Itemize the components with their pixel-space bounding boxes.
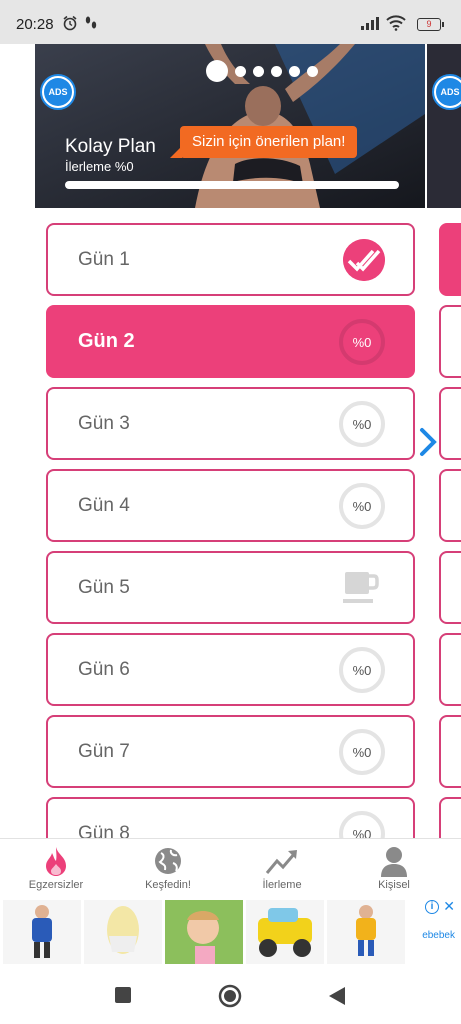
home-icon[interactable] — [218, 984, 242, 1008]
next-day-row-peek[interactable] — [439, 715, 461, 788]
double-check-icon — [343, 239, 385, 281]
person-icon — [381, 847, 407, 877]
carousel-dot[interactable] — [235, 65, 246, 77]
carousel-dot[interactable] — [271, 65, 282, 77]
day-row[interactable]: Gün 3 %0 — [46, 387, 415, 460]
day-progress-ring: %0 — [339, 729, 385, 775]
day-label: Gün 4 — [78, 495, 130, 516]
system-navigation-bar — [0, 968, 461, 1024]
flame-icon — [46, 847, 66, 876]
next-day-row-peek[interactable] — [439, 223, 461, 296]
next-plan-card-peek[interactable]: ADS — [427, 44, 461, 208]
next-day-row-peek[interactable] — [439, 469, 461, 542]
day-row[interactable]: Gün 5 — [46, 551, 415, 624]
day-progress-ring: %0 — [339, 401, 385, 447]
trend-icon — [265, 850, 297, 874]
bottom-navigation: Egzersizler Keşfedin! İlerleme Kişisel — [0, 838, 461, 896]
next-day-row-peek[interactable] — [439, 387, 461, 460]
signal-icon — [361, 17, 379, 30]
alarm-icon — [63, 15, 77, 31]
ad-product-image[interactable] — [246, 900, 324, 964]
recommended-plan-tag: Sizin için önerilen plan! — [169, 126, 358, 158]
battery-indicator: 9 — [417, 18, 444, 31]
ad-close-icon[interactable]: ✕ — [443, 898, 455, 915]
day-label: Gün 7 — [78, 741, 130, 762]
carousel-dot[interactable] — [307, 65, 318, 77]
globe-icon — [155, 848, 181, 874]
day-label: Gün 6 — [78, 659, 130, 680]
plan-carousel[interactable]: ADS Sizin için önerilen plan! Kolay Plan… — [0, 44, 461, 208]
day-progress-ring: %0 — [339, 319, 385, 365]
footsteps-icon — [85, 16, 97, 29]
day-label: Gün 1 — [78, 249, 130, 270]
nav-item-discover[interactable]: Keşfedin! — [118, 845, 218, 891]
next-day-row-peek[interactable] — [439, 633, 461, 706]
ads-badge-next: ADS — [432, 74, 461, 110]
ad-product-image[interactable] — [84, 900, 162, 964]
day-row[interactable]: Gün 2 %0 — [46, 305, 415, 378]
plan-title: Kolay Plan — [65, 136, 156, 157]
day-progress-ring: %0 — [339, 483, 385, 529]
day-row[interactable]: Gün 4 %0 — [46, 469, 415, 542]
ad-product-image[interactable] — [165, 900, 243, 964]
nav-item-progress[interactable]: İlerleme — [232, 845, 332, 891]
ad-product-image[interactable] — [327, 900, 405, 964]
carousel-dot[interactable] — [289, 65, 300, 77]
next-day-row-peek[interactable] — [439, 305, 461, 378]
day-row[interactable]: Gün 1 — [46, 223, 415, 296]
ad-brand-logo: ebebek — [422, 930, 455, 941]
plan-progress-bar — [65, 181, 399, 189]
nav-item-personal[interactable]: Kişisel — [344, 845, 444, 891]
day-label: Gün 2 — [78, 330, 135, 352]
ad-info-icon[interactable]: i — [425, 900, 439, 914]
coffee-cup-icon — [343, 572, 379, 603]
recents-icon[interactable] — [114, 986, 132, 1004]
back-icon[interactable] — [328, 986, 346, 1006]
day-progress-ring: %0 — [339, 647, 385, 693]
status-bar: 20:28 9 — [0, 0, 461, 44]
ad-product-image[interactable] — [3, 900, 81, 964]
carousel-page-dots[interactable] — [206, 60, 318, 82]
ad-banner[interactable]: i ✕ ebebek — [0, 896, 461, 968]
day-row[interactable]: Gün 7 %0 — [46, 715, 415, 788]
carousel-dot[interactable] — [206, 60, 228, 82]
plan-card-easy[interactable]: ADS Sizin için önerilen plan! Kolay Plan… — [35, 44, 425, 208]
nav-item-exercises[interactable]: Egzersizler — [6, 845, 106, 891]
chevron-right-icon[interactable] — [418, 427, 440, 457]
wifi-icon — [386, 15, 406, 31]
next-day-row-peek[interactable] — [439, 551, 461, 624]
day-label: Gün 5 — [78, 577, 130, 598]
carousel-dot[interactable] — [253, 65, 264, 77]
status-time: 20:28 — [16, 16, 54, 33]
plan-progress-label: İlerleme %0 — [65, 159, 134, 174]
day-row[interactable]: Gün 6 %0 — [46, 633, 415, 706]
ads-badge: ADS — [40, 74, 76, 110]
day-label: Gün 3 — [78, 413, 130, 434]
